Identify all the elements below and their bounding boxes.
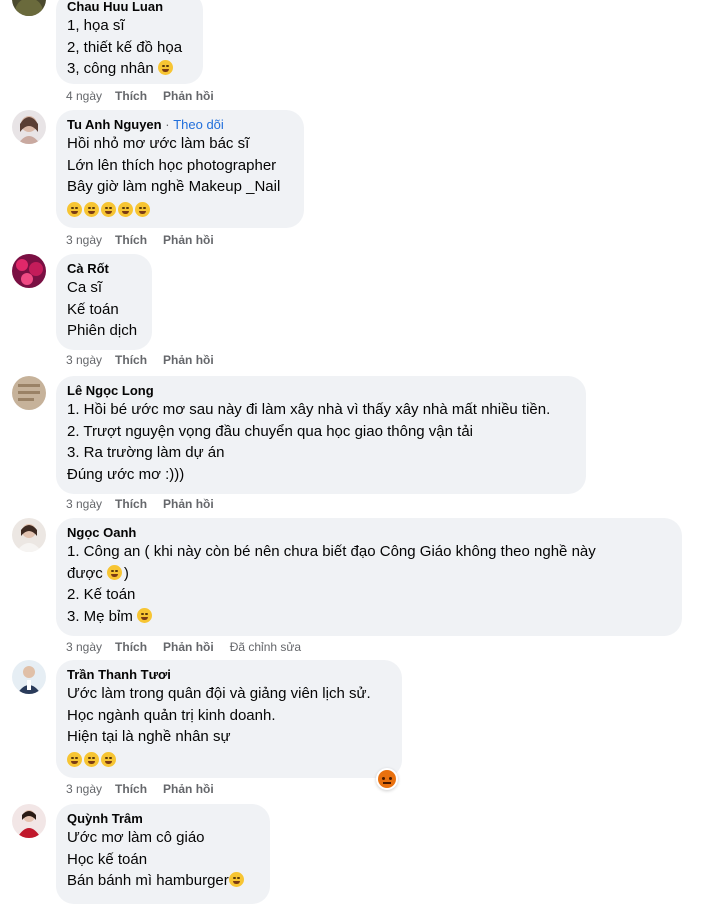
comment-line: Bây giờ làm nghề Makeup _Nail xyxy=(67,178,281,195)
comment-line xyxy=(67,198,292,222)
comment-line: Kế toán xyxy=(67,300,119,318)
like-button[interactable]: Thích xyxy=(115,640,147,654)
comment-line: 1. Công an ( khi này còn bé nên chưa biế… xyxy=(67,543,596,560)
relieved-emoji-icon xyxy=(101,201,116,217)
reply-button[interactable]: Phản hồi xyxy=(163,89,214,103)
comment-line: 2. Kế toán xyxy=(67,586,136,603)
angry-reaction-icon[interactable] xyxy=(376,768,398,790)
comment-time[interactable]: 3 ngày xyxy=(66,233,102,247)
comment-line: Ước mơ làm cô giáo xyxy=(67,829,205,846)
comment-line: Lớn lên thích học photographer xyxy=(67,156,277,174)
comment-bubble: Ngọc Oanh 1. Công an ( khi này còn bé nê… xyxy=(56,518,682,636)
like-button[interactable]: Thích xyxy=(115,233,147,247)
winking-tongue-emoji-icon xyxy=(106,564,122,580)
comment-bubble: Cà Rốt Ca sĩ Kế toán Phiên dịch xyxy=(56,254,152,350)
comment-line: Đúng ước mơ :))) xyxy=(67,465,185,483)
comment-bubble: Lê Ngọc Long 1. Hồi bé ước mơ sau này đi… xyxy=(56,376,586,494)
comment-actions: 3 ngày Thích Phản hồi xyxy=(66,353,230,367)
comment-actions: 3 ngày Thích Phản hồi xyxy=(66,233,230,247)
comment-line: 2. Trượt nguyện vọng đầu chuyển qua học … xyxy=(67,422,473,440)
author-name[interactable]: Lê Ngọc Long xyxy=(67,383,574,399)
follow-button[interactable]: Theo dõi xyxy=(173,117,224,132)
reply-button[interactable]: Phản hồi xyxy=(163,353,214,367)
rolling-eyes-emoji-icon xyxy=(101,751,116,767)
comment-line: 1. Hồi bé ước mơ sau này đi làm xây nhà … xyxy=(67,401,551,418)
like-button[interactable]: Thích xyxy=(115,353,147,367)
reply-button[interactable]: Phản hồi xyxy=(163,497,214,511)
comment-line: Hiện tại là nghề nhân sự xyxy=(67,728,231,745)
rolling-eyes-emoji-icon xyxy=(157,60,173,75)
comment-bubble: Chau Huu Luan 1, họa sĩ 2, thiết kế đồ h… xyxy=(56,0,203,84)
reply-button[interactable]: Phản hồi xyxy=(163,640,214,654)
relieved-emoji-icon xyxy=(118,201,133,217)
comment-line: 3. Ra trường làm dự án xyxy=(67,444,225,461)
comment-bubble: Trần Thanh Tươi Ước làm trong quân đội v… xyxy=(56,660,402,778)
author-name[interactable]: Ngọc Oanh xyxy=(67,525,670,541)
avatar[interactable] xyxy=(12,804,46,838)
author-name[interactable]: Chau Huu Luan xyxy=(67,0,191,15)
author-name: Tu Anh Nguyen · Theo dõi xyxy=(67,117,292,133)
like-button[interactable]: Thích xyxy=(115,497,147,511)
comment-actions: 3 ngày Thích Phản hồi xyxy=(66,497,230,511)
rolling-eyes-emoji-icon xyxy=(84,751,99,767)
comment-line: Học kế toán xyxy=(67,850,148,868)
comment-actions: 3 ngày Thích Phản hồi Đã chỉnh sửa xyxy=(66,640,314,654)
comment-line: 2, thiết kế đồ họa xyxy=(67,38,183,56)
comment-time[interactable]: 3 ngày xyxy=(66,497,102,511)
avatar[interactable] xyxy=(12,518,46,552)
reply-button[interactable]: Phản hồi xyxy=(163,233,214,247)
comment-line: 1, họa sĩ xyxy=(67,17,125,34)
comment-line: Học ngành quản trị kinh doanh. xyxy=(67,706,276,724)
comment-actions: 3 ngày Thích Phản hồi xyxy=(66,782,230,796)
like-button[interactable]: Thích xyxy=(115,782,147,796)
grimacing-emoji-icon xyxy=(228,872,244,887)
author-name[interactable]: Trần Thanh Tươi xyxy=(67,667,390,683)
author-link[interactable]: Tu Anh Nguyen xyxy=(67,117,162,132)
comment-bubble: Quỳnh Trâm Ước mơ làm cô giáo Học kế toá… xyxy=(56,804,270,904)
comment-line: Bán bánh mì hamburger xyxy=(67,870,258,892)
comment-actions: 4 ngày Thích Phản hồi xyxy=(66,89,230,103)
rolling-eyes-emoji-icon xyxy=(67,751,82,767)
relieved-emoji-icon xyxy=(84,201,99,217)
comment-line: Ca sĩ xyxy=(67,279,103,296)
comment-time[interactable]: 4 ngày xyxy=(66,89,102,103)
relieved-emoji-icon xyxy=(135,201,150,217)
avatar[interactable] xyxy=(12,254,46,288)
comment-line: Hồi nhỏ mơ ước làm bác sĩ xyxy=(67,135,250,152)
comment-line: 3, công nhân xyxy=(67,58,191,80)
separator: · xyxy=(165,117,170,132)
comment-line xyxy=(67,748,390,772)
author-name[interactable]: Quỳnh Trâm xyxy=(67,811,258,827)
comment-line: được ) xyxy=(67,564,129,582)
like-button[interactable]: Thích xyxy=(115,89,147,103)
comment-line: 3. Mẹ bỉm xyxy=(67,606,670,628)
relieved-emoji-icon xyxy=(67,201,82,217)
comment-bubble: Tu Anh Nguyen · Theo dõi Hồi nhỏ mơ ước … xyxy=(56,110,304,228)
comment-time[interactable]: 3 ngày xyxy=(66,640,102,654)
reply-button[interactable]: Phản hồi xyxy=(163,782,214,796)
avatar[interactable] xyxy=(12,0,46,16)
winking-tongue-emoji-icon xyxy=(137,607,153,623)
comment-time[interactable]: 3 ngày xyxy=(66,353,102,367)
edited-label[interactable]: Đã chỉnh sửa xyxy=(230,640,301,654)
comment-time[interactable]: 3 ngày xyxy=(66,782,102,796)
avatar[interactable] xyxy=(12,110,46,144)
avatar[interactable] xyxy=(12,660,46,694)
comment-line: Ước làm trong quân đội và giảng viên lịc… xyxy=(67,685,371,702)
avatar[interactable] xyxy=(12,376,46,410)
comment-line: Phiên dịch xyxy=(67,322,138,339)
author-name[interactable]: Cà Rốt xyxy=(67,261,140,277)
